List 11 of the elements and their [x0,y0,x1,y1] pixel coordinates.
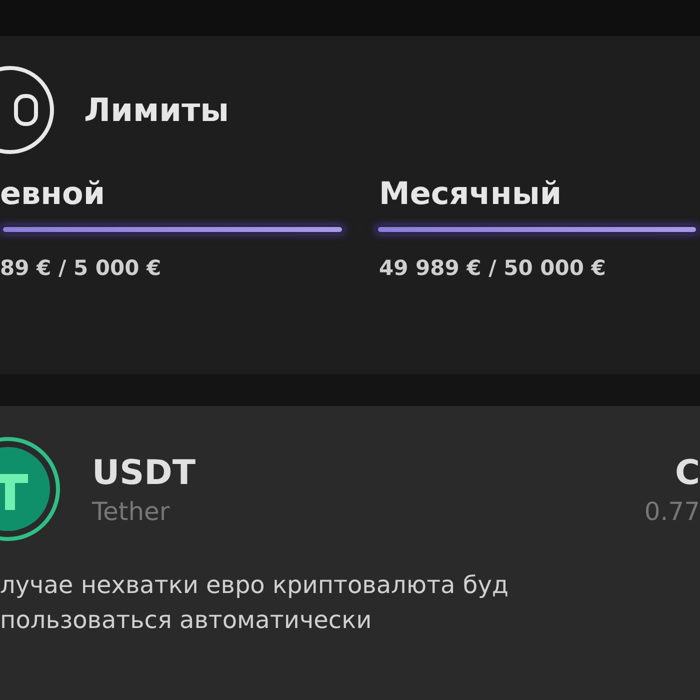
limit-amount: 89 € / 5 000 € [0,256,162,280]
fallback-note: лучае нехватки евро криптовалюта буд пользоваться автоматически [0,570,510,636]
asset-symbol: USDT [92,452,196,492]
limits-title: Лимиты [84,91,230,129]
asset-name: Tether [92,496,171,526]
asset-balance: C [675,452,700,492]
asset-value: 0.77 [644,496,700,526]
limit-amount: 49 989 € / 50 000 € [379,256,607,280]
tether-coin-icon [0,434,62,544]
limit-label: евной [0,176,106,212]
limit-label: Месячный [379,176,563,212]
